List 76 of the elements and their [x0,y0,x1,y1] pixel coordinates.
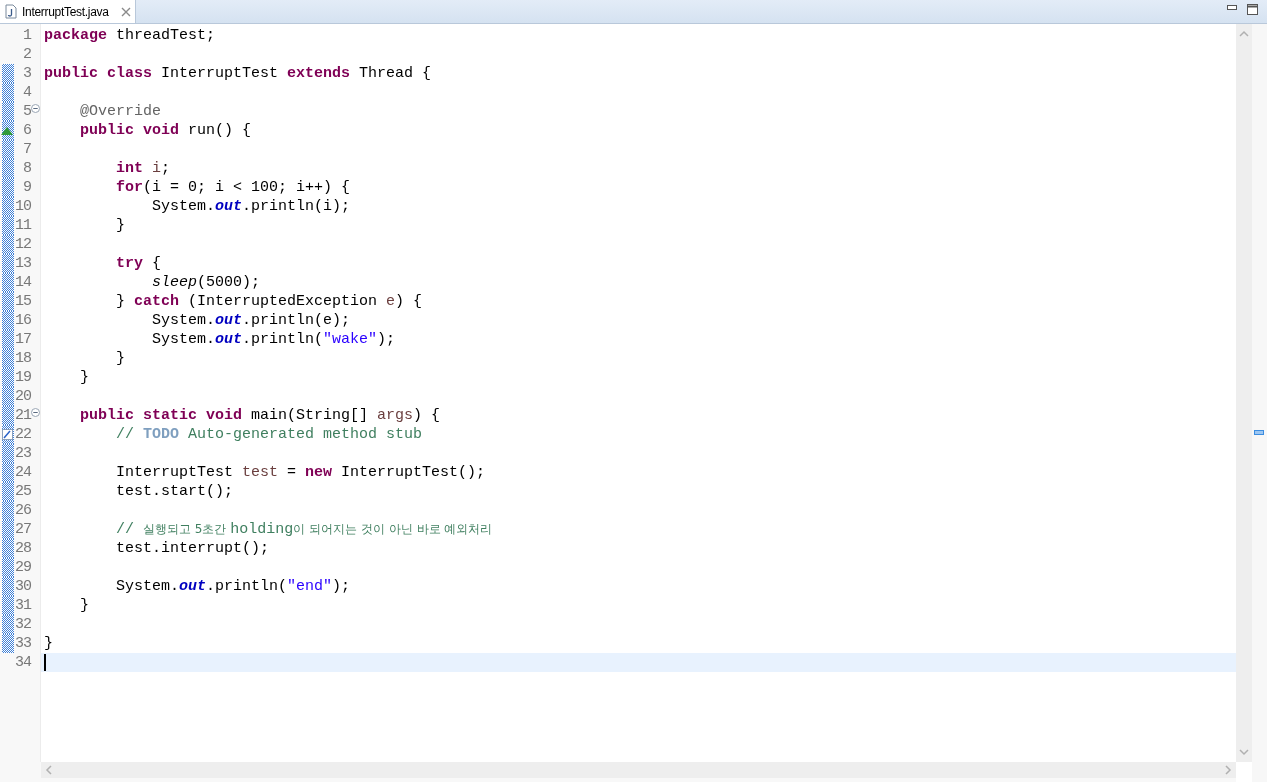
line-number: 10 [15,197,31,216]
line-number: 2 [23,45,31,64]
code-line: sleep(5000); [151,273,261,292]
line-number: 6 [23,121,31,140]
task-marker[interactable] [1254,430,1264,435]
line-number: 7 [23,140,31,159]
line-number: 23 [15,444,31,463]
line-number: 27 [15,520,31,539]
horizontal-scrollbar[interactable] [41,762,1236,778]
line-number: 34 [15,653,31,672]
line-number: 9 [23,178,31,197]
tab-title: InterruptTest.java [22,3,109,21]
code-line: public static void main(String[] args) { [79,406,441,425]
collapse-icon[interactable] [31,408,40,417]
code-line: } [44,634,53,653]
code-line: } [79,368,89,387]
line-number: 11 [15,216,31,235]
line-number: 18 [15,349,31,368]
code-line: } [115,216,125,235]
line-number: 5 [23,102,31,121]
line-number: 4 [23,83,31,102]
line-number: 31 [15,596,31,615]
code-line: test.start(); [115,482,234,501]
line-number: 17 [15,330,31,349]
triangle-icon[interactable] [1,127,13,135]
line-number: 19 [15,368,31,387]
code-line: for(i = 0; i < 100; i++) { [115,178,351,197]
code-line: public class InterruptTest extends Thread { [44,64,432,83]
code-line: System.out.println("end"); [115,577,351,596]
scroll-right-icon[interactable] [1225,765,1232,775]
code-line: int i; [115,159,171,178]
code-line: } [79,596,89,615]
line-number: 28 [15,539,31,558]
close-icon[interactable] [120,6,131,17]
editor-tab[interactable]: InterruptTest.java [0,0,136,23]
code-line: System.out.println("wake"); [151,330,396,349]
code-line: System.out.println(i); [151,197,351,216]
code-line: } [115,349,125,368]
code-line: test.interrupt(); [115,539,270,558]
maximize-icon[interactable] [1247,4,1258,15]
line-number: 21 [15,406,31,425]
text-cursor [44,654,46,671]
line-number: 33 [15,634,31,653]
line-number: 20 [15,387,31,406]
task-icon[interactable] [2,429,13,440]
java-file-icon [4,4,18,19]
line-number: 8 [23,159,31,178]
code-line: } catch (InterruptedException e) { [115,292,423,311]
line-number: 29 [15,558,31,577]
line-number: 13 [15,254,31,273]
code-line: InterruptTest test = new InterruptTest(); [115,463,486,482]
collapse-icon[interactable] [31,104,40,113]
code-line: try { [115,254,162,273]
line-number: 16 [15,311,31,330]
line-number: 30 [15,577,31,596]
vertical-scrollbar[interactable] [1236,24,1252,762]
code-line: // 실행되고 5초간 holding이 되어지는 것이 아닌 바로 예외처리 [115,520,493,539]
code-line: public void run() { [79,121,252,140]
line-number: 26 [15,501,31,520]
code-line: @Override [79,102,162,121]
line-number: 14 [15,273,31,292]
code-line: package threadTest; [44,26,216,45]
line-number: 3 [23,64,31,83]
scroll-down-icon[interactable] [1239,749,1249,756]
line-number: 15 [15,292,31,311]
line-number: 32 [15,615,31,634]
scroll-left-icon[interactable] [45,765,52,775]
code-line: // TODO Auto-generated method stub [115,425,423,444]
line-number: 1 [23,26,31,45]
minimize-icon[interactable] [1227,5,1237,11]
code-line: System.out.println(e); [151,311,351,330]
scroll-up-icon[interactable] [1239,30,1249,37]
line-number: 12 [15,235,31,254]
line-number: 22 [15,425,31,444]
line-number: 24 [15,463,31,482]
line-number: 25 [15,482,31,501]
